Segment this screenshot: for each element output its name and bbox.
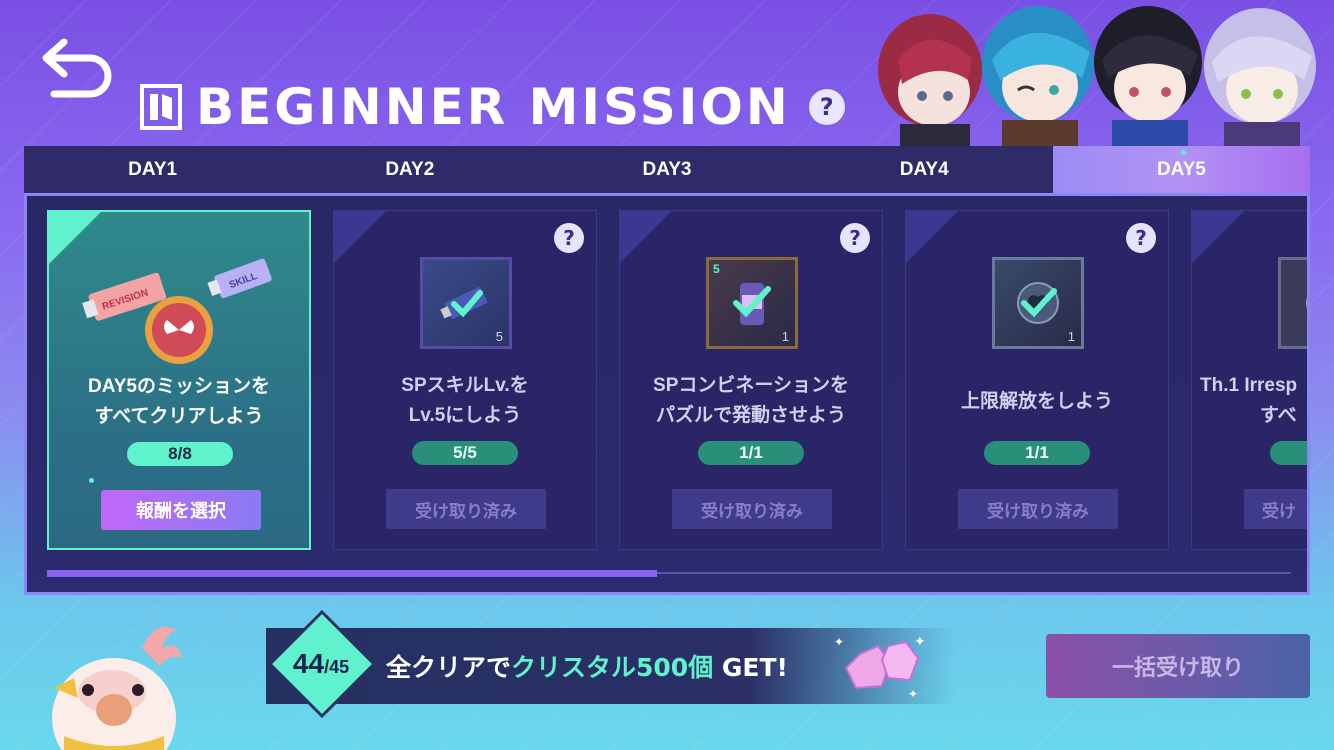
mission-text-line: パズルで発動させよう <box>655 405 846 426</box>
svg-text:✦: ✦ <box>834 635 844 649</box>
bulk-claim-button[interactable]: 一括受け取り <box>1046 634 1310 698</box>
crystal-icon: ✦ ✦ ✦ <box>834 634 926 701</box>
mission-card[interactable]: ? 5 1 SPコンビネーションを パズルで発動させよう 1/1 受け取り済み <box>619 210 883 550</box>
back-button[interactable] <box>40 36 116 98</box>
reward-bundle-icon: REVISION SKILL <box>82 258 272 364</box>
progress-badge <box>1270 441 1307 465</box>
mission-text-line: すべてクリアしよう <box>94 406 264 427</box>
all-clear-text: 全クリアでクリスタル500個 GET! <box>386 648 788 684</box>
page-title-bar: BEGINNER MISSION ? <box>140 78 845 136</box>
item-badge: 5 <box>713 262 720 276</box>
select-reward-button[interactable]: 報酬を選択 <box>101 490 261 530</box>
mission-description: Th.1 Irresp すべ <box>1192 371 1307 431</box>
page-title: BEGINNER MISSION <box>196 78 791 136</box>
mission-text-line: 上限解放をしよう <box>960 391 1113 412</box>
medal-icon <box>1306 297 1307 309</box>
svg-text:✦: ✦ <box>908 687 918 701</box>
help-icon[interactable]: ? <box>808 89 845 125</box>
claimed-button: 受け取り済み <box>958 489 1118 529</box>
card-corner <box>906 211 958 263</box>
all-clear-prefix: 全クリアで <box>386 653 512 682</box>
mission-card[interactable]: REVISION SKILL DAY5のミッションを すべてクリアしよう 8/8… <box>47 210 311 550</box>
limit-break-heart-icon <box>1017 282 1059 324</box>
progress-badge: 5/5 <box>412 441 518 465</box>
mission-card[interactable]: ? 5 SPスキルLv.を Lv.5にしよう 5/5 受け取り済み <box>333 210 597 550</box>
mission-card[interactable]: Th.1 Irresp すべ 受け <box>1191 210 1307 550</box>
mission-description: SPスキルLv.を Lv.5にしよう <box>334 371 596 431</box>
mission-description: SPコンビネーションを パズルで発動させよう <box>620 371 882 431</box>
mascot-bird-image <box>44 618 204 750</box>
claimed-button: 受け取り済み <box>672 489 832 529</box>
tab-day2[interactable]: DAY2 <box>281 146 538 194</box>
mission-card[interactable]: ? 1 上限解放をしよう 1/1 受け取り済み <box>905 210 1169 550</box>
claimed-button: 受け <box>1244 489 1307 529</box>
reward-item: 5 1 <box>706 257 798 349</box>
back-arrow-icon <box>42 38 112 98</box>
help-icon[interactable]: ? <box>1126 223 1156 253</box>
mission-text-line: Lv.5にしよう <box>408 405 522 426</box>
card-corner <box>620 211 672 263</box>
mission-list[interactable]: REVISION SKILL DAY5のミッションを すべてクリアしよう 8/8… <box>47 210 1307 550</box>
item-count: 1 <box>781 329 789 344</box>
reward-item: 1 <box>992 257 1084 349</box>
clear-counter: 44/45 <box>280 648 362 680</box>
help-icon[interactable]: ? <box>554 223 584 253</box>
progress-badge: 1/1 <box>984 441 1090 465</box>
notification-dot <box>89 478 94 483</box>
mission-text-line: すべ <box>1260 405 1297 426</box>
card-corner <box>334 211 386 263</box>
progress-badge: 8/8 <box>127 442 233 466</box>
all-clear-reward: クリスタル500個 <box>511 653 714 682</box>
scroll-thumb[interactable] <box>47 570 657 577</box>
day-tabs: DAY1 DAY2 DAY3 DAY4 DAY5 <box>24 146 1311 194</box>
mission-text-line: SPスキルLv.を <box>401 375 529 396</box>
help-icon[interactable]: ? <box>840 223 870 253</box>
mission-logo-icon <box>140 84 182 130</box>
tab-day5[interactable]: DAY5 <box>1052 146 1311 194</box>
cleared-count: 44 <box>292 648 325 679</box>
reward-item: 5 <box>420 257 512 349</box>
total-count: /45 <box>324 657 350 677</box>
mission-description: DAY5のミッションを すべてクリアしよう <box>49 372 309 432</box>
mission-panel: REVISION SKILL DAY5のミッションを すべてクリアしよう 8/8… <box>24 193 1310 595</box>
progress-badge: 1/1 <box>698 441 804 465</box>
skill-usb-icon <box>440 287 488 319</box>
mission-text-line: SPコンビネーションを <box>653 375 849 396</box>
can-item-icon <box>733 283 771 325</box>
item-count: 1 <box>1067 329 1075 344</box>
item-count: 5 <box>495 329 503 344</box>
tab-day4[interactable]: DAY4 <box>796 146 1053 194</box>
tab-day3[interactable]: DAY3 <box>538 146 795 194</box>
mission-description: 上限解放をしよう <box>906 387 1168 417</box>
claimed-button: 受け取り済み <box>386 489 546 529</box>
mission-text-line: Th.1 Irresp <box>1200 375 1298 396</box>
reward-item <box>1278 257 1307 349</box>
all-clear-suffix: GET! <box>713 653 788 682</box>
card-corner <box>1192 211 1244 263</box>
mission-text-line: DAY5のミッションを <box>88 376 270 397</box>
svg-text:✦: ✦ <box>914 634 926 650</box>
tab-day1[interactable]: DAY1 <box>24 146 281 194</box>
